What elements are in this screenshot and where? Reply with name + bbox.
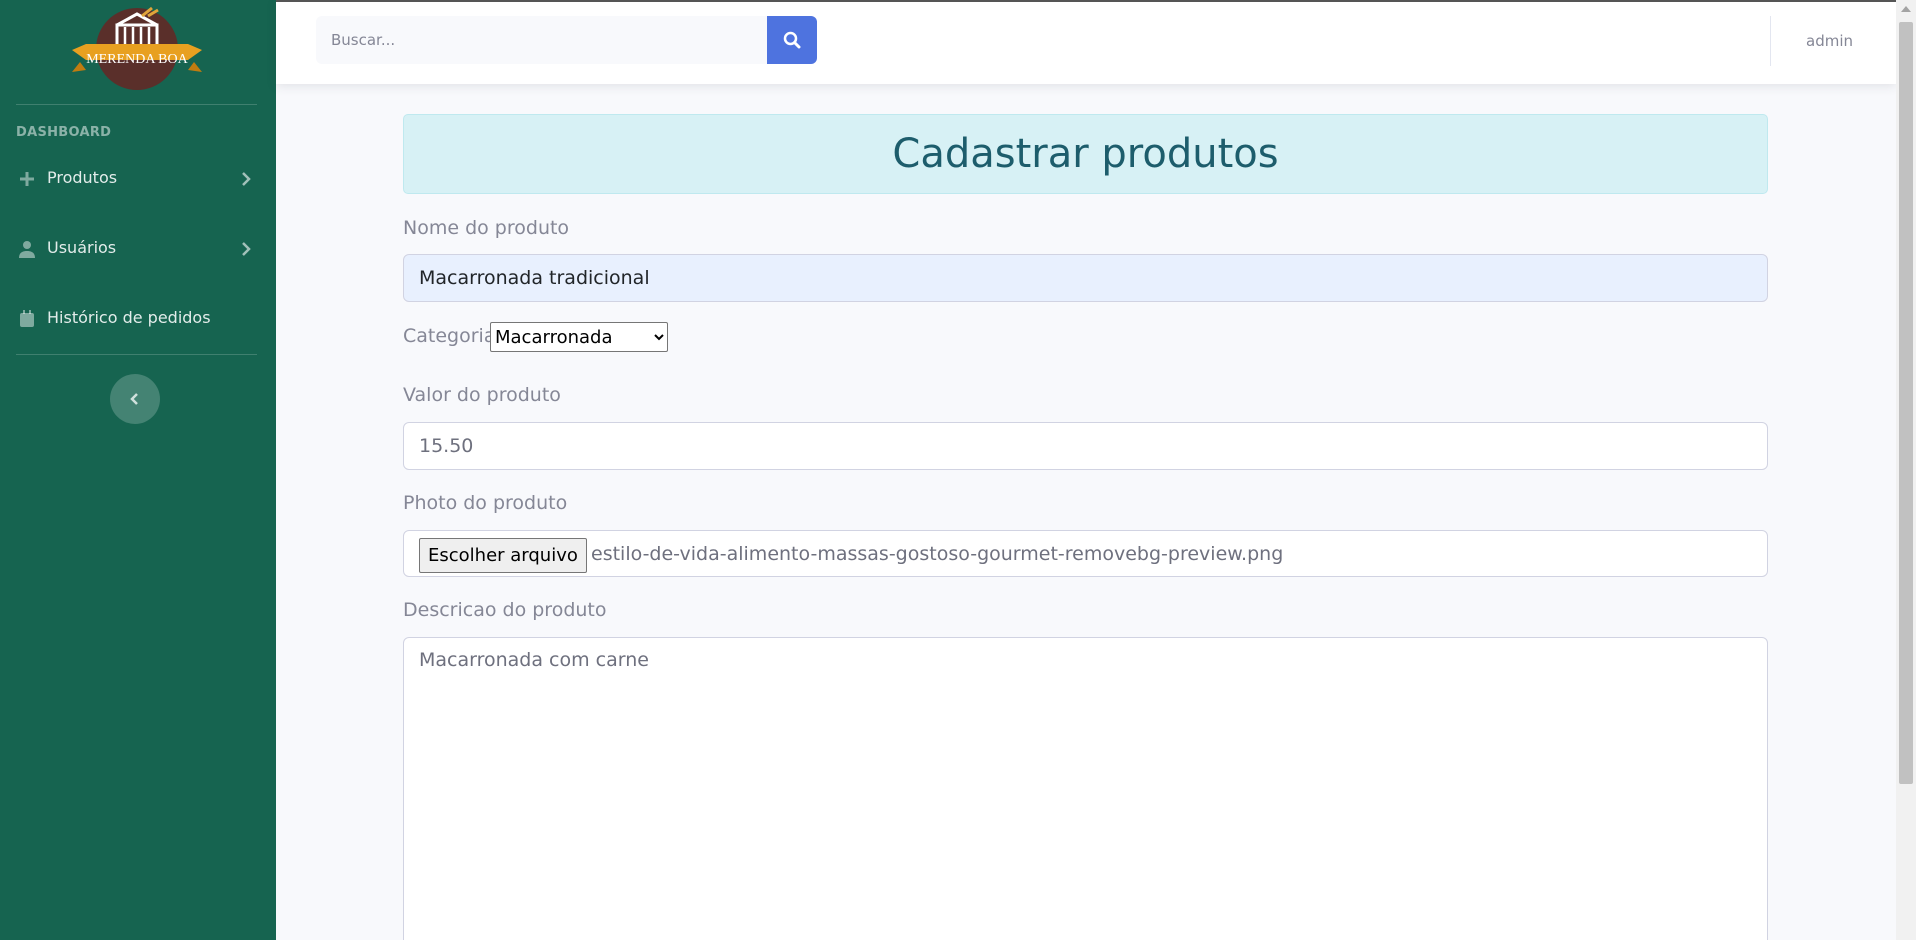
description-label: Descricao do produto [403, 599, 607, 621]
price-label: Valor do produto [403, 384, 561, 406]
user-icon [19, 241, 35, 258]
logo[interactable]: MERENDA BOA [70, 2, 204, 90]
choose-file-button[interactable]: Escolher arquivo [419, 538, 587, 573]
scroll-thumb[interactable] [1899, 22, 1913, 784]
product-price-input[interactable] [403, 422, 1768, 470]
page-title: Cadastrar produtos [892, 131, 1279, 177]
sidebar-divider [16, 104, 257, 105]
chevron-right-icon [242, 242, 251, 256]
sidebar-heading: DASHBOARD [16, 125, 112, 140]
photo-file-input[interactable]: Escolher arquivo estilo-de-vida-alimento… [403, 530, 1768, 577]
sidebar-toggle-button[interactable] [110, 374, 160, 424]
sidebar-item-historico[interactable]: Histórico de pedidos [0, 294, 276, 344]
page-title-banner: Cadastrar produtos [403, 114, 1768, 194]
scroll-up-arrow-icon[interactable] [1901, 6, 1911, 12]
sidebar: MERENDA BOA DASHBOARD Produtos Usuários … [0, 0, 276, 940]
user-menu[interactable]: admin [1806, 32, 1853, 50]
photo-label: Photo do produto [403, 492, 568, 514]
name-label: Nome do produto [403, 217, 570, 239]
product-name-input[interactable] [403, 254, 1768, 302]
chevron-right-icon [242, 172, 251, 186]
page-scrollbar[interactable] [1896, 0, 1916, 940]
topbar-divider [1770, 16, 1771, 66]
logo-text: MERENDA BOA [86, 52, 188, 67]
plus-icon [20, 172, 34, 186]
topbar: admin [276, 0, 1896, 84]
sidebar-item-label: Usuários [47, 238, 117, 257]
sidebar-item-label: Produtos [47, 168, 118, 187]
calendar-icon [20, 310, 34, 327]
category-label: Categoria [403, 325, 496, 347]
sidebar-divider [16, 354, 257, 355]
category-select[interactable]: Macarronada [490, 322, 668, 352]
sidebar-item-produtos[interactable]: Produtos [0, 154, 276, 204]
product-description-textarea[interactable]: Macarronada com carne [403, 637, 1768, 940]
selected-file-name: estilo-de-vida-alimento-massas-gostoso-g… [591, 543, 1284, 565]
search-icon [783, 31, 801, 49]
search-button[interactable] [767, 16, 817, 64]
sidebar-item-label: Histórico de pedidos [47, 308, 211, 327]
chevron-left-icon [130, 393, 138, 405]
search-input[interactable] [316, 16, 768, 64]
sidebar-item-usuarios[interactable]: Usuários [0, 224, 276, 274]
